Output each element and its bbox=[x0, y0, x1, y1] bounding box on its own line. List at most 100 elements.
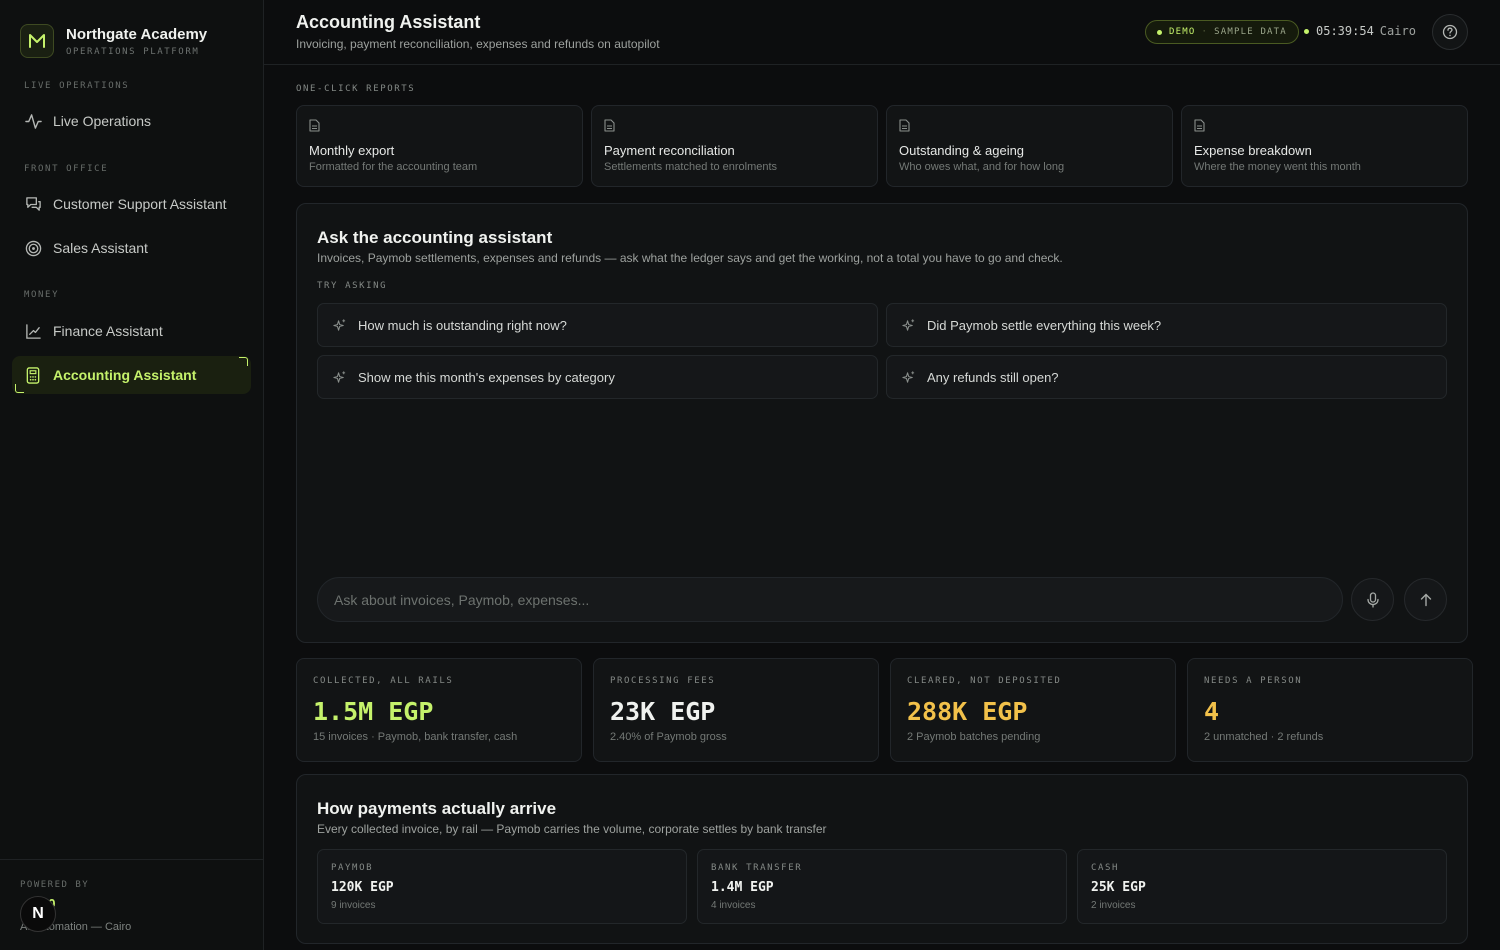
brand-subtitle: OPERATIONS PLATFORM bbox=[66, 46, 200, 57]
suggestion-chip[interactable]: Show me this month's expenses by categor… bbox=[317, 355, 878, 399]
demo-badge-separator: · bbox=[1201, 27, 1209, 37]
report-monthly-export[interactable]: Monthly export Formatted for the account… bbox=[296, 105, 583, 187]
reports-label: ONE-CLICK REPORTS bbox=[296, 84, 416, 94]
sidebar-item-label: Live Operations bbox=[53, 113, 152, 129]
document-icon bbox=[899, 119, 910, 137]
sparkle-icon bbox=[332, 317, 348, 333]
active-corner-marker bbox=[239, 357, 248, 366]
rail-value: 120K EGP bbox=[331, 880, 394, 895]
rail-label: CASH bbox=[1091, 863, 1120, 873]
sidebar-item-customer-support[interactable]: Customer Support Assistant bbox=[12, 185, 251, 223]
document-icon bbox=[309, 119, 320, 137]
suggestion-chip[interactable]: Any refunds still open? bbox=[886, 355, 1447, 399]
suggestion-text: Did Paymob settle everything this week? bbox=[927, 317, 1162, 333]
powered-by-label: POWERED BY bbox=[20, 880, 90, 890]
arrow-up-icon bbox=[1420, 593, 1431, 606]
sidebar-item-live-operations[interactable]: Live Operations bbox=[12, 102, 251, 140]
kpi-label: PROCESSING FEES bbox=[610, 676, 716, 686]
report-title: Monthly export bbox=[309, 143, 395, 158]
chat-icon bbox=[24, 195, 42, 213]
report-payment-reconciliation[interactable]: Payment reconciliation Settlements match… bbox=[591, 105, 878, 187]
nav-section-front-office: FRONT OFFICE bbox=[24, 164, 109, 174]
sidebar-item-label: Accounting Assistant bbox=[53, 367, 197, 383]
kpi-value: 4 bbox=[1204, 697, 1220, 726]
sidebar-item-label: Customer Support Assistant bbox=[53, 196, 227, 212]
calculator-icon bbox=[24, 366, 42, 384]
demo-badge: DEMO · SAMPLE DATA bbox=[1145, 20, 1299, 44]
nav-section-live-operations: LIVE OPERATIONS bbox=[24, 81, 130, 91]
sidebar-footer: POWERED BY IO AI automation — Cairo N bbox=[0, 859, 263, 950]
sparkle-icon bbox=[901, 369, 917, 385]
sidebar-item-label: Finance Assistant bbox=[53, 323, 163, 339]
kpi-value: 1.5M EGP bbox=[313, 697, 434, 726]
try-asking-label: TRY ASKING bbox=[317, 281, 388, 291]
kpi-row: COLLECTED, ALL RAILS 1.5M EGP 15 invoice… bbox=[296, 658, 1473, 762]
suggestion-text: Show me this month's expenses by categor… bbox=[358, 369, 615, 385]
sparkle-icon bbox=[901, 317, 917, 333]
line-chart-icon bbox=[24, 322, 42, 340]
rails-subtitle: Every collected invoice, by rail — Paymo… bbox=[317, 822, 827, 836]
target-icon bbox=[24, 239, 42, 257]
suggestion-chip[interactable]: How much is outstanding right now? bbox=[317, 303, 878, 347]
n-badge-icon[interactable]: N bbox=[20, 896, 56, 932]
kpi-subtitle: 15 invoices · Paymob, bank transfer, cas… bbox=[313, 731, 518, 743]
ask-panel: Ask the accounting assistant Invoices, P… bbox=[296, 203, 1468, 643]
rail-cash: CASH 25K EGP 2 invoices bbox=[1077, 849, 1447, 924]
payment-rails-panel: How payments actually arrive Every colle… bbox=[296, 774, 1468, 944]
send-button[interactable] bbox=[1404, 578, 1447, 621]
rail-subtitle: 4 invoices bbox=[711, 900, 756, 911]
help-button[interactable] bbox=[1432, 14, 1468, 50]
rail-bank-transfer: BANK TRANSFER 1.4M EGP 4 invoices bbox=[697, 849, 1067, 924]
kpi-subtitle: 2.40% of Paymob gross bbox=[610, 731, 727, 743]
suggestion-text: How much is outstanding right now? bbox=[358, 317, 567, 333]
rail-paymob: PAYMOB 120K EGP 9 invoices bbox=[317, 849, 687, 924]
report-subtitle: Formatted for the accounting team bbox=[309, 161, 478, 173]
report-title: Outstanding & ageing bbox=[899, 143, 1025, 158]
report-subtitle: Where the money went this month bbox=[1194, 161, 1361, 173]
kpi-cleared-not-deposited: CLEARED, NOT DEPOSITED 288K EGP 2 Paymob… bbox=[890, 658, 1176, 762]
kpi-collected: COLLECTED, ALL RAILS 1.5M EGP 15 invoice… bbox=[296, 658, 582, 762]
reports-row: Monthly export Formatted for the account… bbox=[296, 105, 1468, 187]
pulse-icon bbox=[24, 112, 42, 130]
report-expense-breakdown[interactable]: Expense breakdown Where the money went t… bbox=[1181, 105, 1468, 187]
kpi-label: CLEARED, NOT DEPOSITED bbox=[907, 676, 1062, 686]
suggestion-chip[interactable]: Did Paymob settle everything this week? bbox=[886, 303, 1447, 347]
rail-value: 25K EGP bbox=[1091, 880, 1146, 895]
nav-section-money: MONEY bbox=[24, 290, 60, 300]
kpi-needs-a-person: NEEDS A PERSON 4 2 unmatched · 2 refunds bbox=[1187, 658, 1473, 762]
sidebar-item-accounting-assistant[interactable]: Accounting Assistant bbox=[12, 356, 251, 394]
kpi-value: 23K EGP bbox=[610, 697, 716, 726]
report-subtitle: Settlements matched to enrolments bbox=[604, 161, 778, 173]
ask-subtitle: Invoices, Paymob settlements, expenses a… bbox=[317, 251, 1063, 265]
mic-button[interactable] bbox=[1351, 578, 1394, 621]
chat-input[interactable] bbox=[317, 577, 1343, 622]
live-dot-icon bbox=[1304, 28, 1309, 34]
clock-time: 05:39:54 bbox=[1316, 24, 1374, 38]
kpi-subtitle: 2 Paymob batches pending bbox=[907, 731, 1041, 743]
rail-subtitle: 9 invoices bbox=[331, 900, 376, 911]
kpi-subtitle: 2 unmatched · 2 refunds bbox=[1204, 731, 1324, 743]
report-subtitle: Who owes what, and for how long bbox=[899, 161, 1065, 173]
document-icon bbox=[604, 119, 615, 137]
demo-badge-label: DEMO bbox=[1169, 27, 1196, 37]
brand-name: Northgate Academy bbox=[66, 25, 208, 43]
rail-value: 1.4M EGP bbox=[711, 880, 774, 895]
help-circle-icon bbox=[1442, 24, 1458, 40]
rail-label: PAYMOB bbox=[331, 863, 374, 873]
page-header: Accounting Assistant Invoicing, payment … bbox=[264, 0, 1500, 65]
rail-subtitle: 2 invoices bbox=[1091, 900, 1136, 911]
brand-logo-icon bbox=[20, 24, 54, 58]
report-outstanding-ageing[interactable]: Outstanding & ageing Who owes what, and … bbox=[886, 105, 1173, 187]
brand[interactable]: Northgate Academy OPERATIONS PLATFORM bbox=[20, 24, 207, 58]
active-corner-marker bbox=[15, 384, 24, 393]
ask-title: Ask the accounting assistant bbox=[317, 228, 553, 247]
live-clock: 05:39:54 Cairo bbox=[1304, 24, 1416, 38]
sidebar-item-sales-assistant[interactable]: Sales Assistant bbox=[12, 229, 251, 267]
sidebar: Northgate Academy OPERATIONS PLATFORM LI… bbox=[0, 0, 264, 950]
demo-badge-sample: SAMPLE DATA bbox=[1214, 27, 1287, 37]
report-title: Payment reconciliation bbox=[604, 143, 735, 158]
status-dot-icon bbox=[1157, 29, 1162, 35]
sidebar-item-finance-assistant[interactable]: Finance Assistant bbox=[12, 312, 251, 350]
kpi-label: COLLECTED, ALL RAILS bbox=[313, 676, 454, 686]
microphone-icon bbox=[1366, 591, 1379, 608]
